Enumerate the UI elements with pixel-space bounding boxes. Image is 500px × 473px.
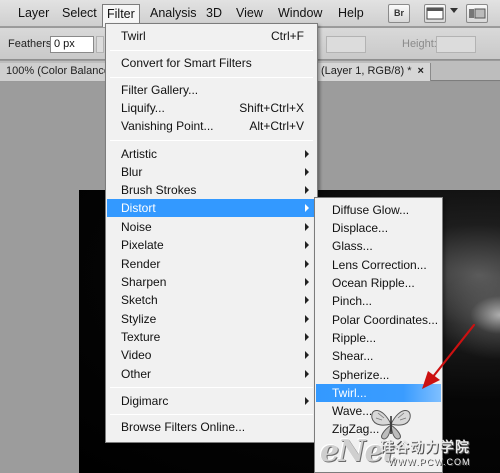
submenu-item-glass[interactable]: Glass... [316, 237, 441, 255]
feather-input[interactable]: 0 px [50, 36, 94, 53]
menu-item-brush-strokes[interactable]: Brush Strokes [107, 181, 316, 199]
submenu-item-polar-coordinates[interactable]: Polar Coordinates... [316, 311, 441, 329]
menu-window[interactable]: Window [274, 4, 326, 23]
menu-item-label: Pixelate [121, 238, 164, 252]
height-input[interactable] [436, 36, 476, 53]
menu-item-label: Sharpen [121, 275, 167, 289]
submenu-arrow-icon [305, 241, 309, 249]
submenu-arrow-icon [305, 278, 309, 286]
menu-separator [110, 140, 313, 141]
anti-alias-checkbox[interactable] [96, 36, 104, 53]
menu-item-last-filter[interactable]: Twirl Ctrl+F [107, 27, 316, 45]
menu-separator [110, 414, 313, 415]
menu-item-stylize[interactable]: Stylize [107, 310, 316, 328]
menu-item-label: Other [121, 367, 152, 381]
menu-item-shortcut: Alt+Ctrl+V [249, 119, 304, 133]
menu-item-label: Stylize [121, 312, 157, 326]
submenu-arrow-icon [305, 397, 309, 405]
submenu-arrow-icon [305, 260, 309, 268]
menu-item-label: Digimarc [121, 394, 169, 408]
chevron-down-icon[interactable] [450, 8, 458, 13]
menu-item-video[interactable]: Video [107, 346, 316, 364]
menu-item-convert-smart-filters[interactable]: Convert for Smart Filters [107, 54, 316, 72]
menu-3d[interactable]: 3D [202, 4, 226, 23]
menu-item-shortcut: Shift+Ctrl+X [239, 101, 304, 115]
menu-item-label: Browse Filters Online... [121, 420, 246, 434]
menu-item-label: Convert for Smart Filters [121, 56, 252, 70]
submenu-item-ripple[interactable]: Ripple... [316, 329, 441, 347]
menu-analysis[interactable]: Analysis [146, 4, 201, 23]
submenu-item-displace[interactable]: Displace... [316, 219, 441, 237]
menu-item-artistic[interactable]: Artistic [107, 145, 316, 163]
menu-separator [110, 77, 313, 78]
menu-item-label: Noise [121, 220, 152, 234]
menu-item-render[interactable]: Render [107, 255, 316, 273]
bridge-button[interactable]: Br [388, 4, 410, 23]
submenu-item-spherize[interactable]: Spherize... [316, 366, 441, 384]
menu-item-label: Sketch [121, 293, 158, 307]
submenu-arrow-icon [305, 351, 309, 359]
submenu-arrow-icon [305, 223, 309, 231]
menu-layer[interactable]: Layer [14, 4, 53, 23]
menu-item-filter-gallery[interactable]: Filter Gallery... [107, 81, 316, 99]
watermark-url: WWW.PCW.COM [388, 457, 471, 467]
close-icon[interactable]: × [417, 65, 423, 77]
width-input[interactable] [326, 36, 366, 53]
submenu-arrow-icon [305, 168, 309, 176]
zoom-level-icon[interactable] [466, 4, 488, 23]
menu-item-sketch[interactable]: Sketch [107, 291, 316, 309]
menu-item-label: Distort [121, 201, 156, 215]
tab-title: 100% (Color Balance [6, 65, 110, 77]
menu-separator [110, 387, 313, 388]
menu-item-vanishing-point[interactable]: Vanishing Point... Alt+Ctrl+V [107, 117, 316, 135]
submenu-arrow-icon [305, 150, 309, 158]
tab-title: (Layer 1, RGB/8) * [321, 65, 412, 77]
submenu-item-shear[interactable]: Shear... [316, 347, 441, 365]
submenu-item-ocean-ripple[interactable]: Ocean Ripple... [316, 274, 441, 292]
menu-item-label: Twirl [121, 29, 146, 43]
submenu-arrow-icon [305, 204, 309, 212]
menu-item-distort[interactable]: Distort [107, 199, 316, 217]
menu-item-shortcut: Ctrl+F [271, 29, 304, 43]
menu-item-noise[interactable]: Noise [107, 218, 316, 236]
menu-item-blur[interactable]: Blur [107, 163, 316, 181]
submenu-item-diffuse-glow[interactable]: Diffuse Glow... [316, 201, 441, 219]
menu-item-texture[interactable]: Texture [107, 328, 316, 346]
submenu-item-twirl[interactable]: Twirl... [316, 384, 441, 402]
submenu-item-pinch[interactable]: Pinch... [316, 292, 441, 310]
menu-item-other[interactable]: Other [107, 365, 316, 383]
menu-item-label: Blur [121, 165, 143, 179]
submenu-arrow-icon [305, 186, 309, 194]
menu-item-liquify[interactable]: Liquify... Shift+Ctrl+X [107, 99, 316, 117]
submenu-arrow-icon [305, 315, 309, 323]
submenu-arrow-icon [305, 333, 309, 341]
menu-item-label: Video [121, 348, 152, 362]
feather-label: Feathers: [8, 38, 55, 50]
tab-layer-1[interactable]: (Layer 1, RGB/8) * × [314, 63, 431, 81]
menu-item-sharpen[interactable]: Sharpen [107, 273, 316, 291]
menu-item-label: Vanishing Point... [121, 119, 214, 133]
menu-separator [110, 50, 313, 51]
menu-item-pixelate[interactable]: Pixelate [107, 236, 316, 254]
menu-view[interactable]: View [232, 4, 267, 23]
menu-item-label: Brush Strokes [121, 183, 197, 197]
submenu-arrow-icon [305, 370, 309, 378]
menu-select[interactable]: Select [58, 4, 101, 23]
tab-color-balance[interactable]: 100% (Color Balance [0, 63, 117, 81]
menu-item-label: Filter Gallery... [121, 83, 199, 97]
menu-item-label: Artistic [121, 147, 157, 161]
submenu-arrow-icon [305, 296, 309, 304]
watermark-text: 硅谷动力学院 [380, 439, 470, 455]
menu-item-label: Texture [121, 330, 161, 344]
submenu-item-lens-correction[interactable]: Lens Correction... [316, 256, 441, 274]
menu-item-label: Render [121, 257, 161, 271]
menu-item-browse-filters-online[interactable]: Browse Filters Online... [107, 418, 316, 436]
menu-item-label: Liquify... [121, 101, 165, 115]
menu-help[interactable]: Help [334, 4, 368, 23]
height-label: Height: [402, 38, 437, 50]
filter-menu: Twirl Ctrl+F Convert for Smart Filters F… [105, 23, 318, 443]
menu-item-digimarc[interactable]: Digimarc [107, 392, 316, 410]
window-icon[interactable] [424, 4, 446, 23]
